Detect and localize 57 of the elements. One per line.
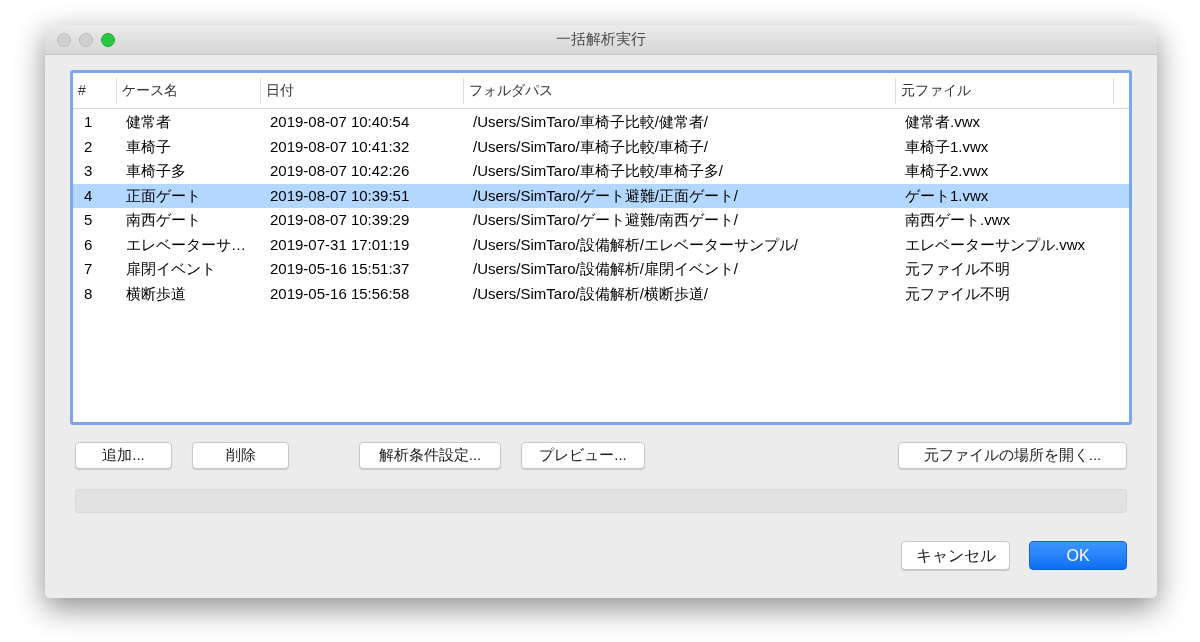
- table-cell: /Users/SimTaro/車椅子比較/車椅子多/: [473, 162, 724, 179]
- table-cell: 車椅子1.vwx: [905, 137, 989, 155]
- table-cell: 正面ゲート: [126, 186, 201, 204]
- table-cell: 5: [84, 211, 93, 228]
- table-cell: 車椅子: [126, 137, 171, 155]
- table-cell: 南西ゲート: [126, 211, 201, 228]
- table-cell: 車椅子多: [126, 162, 186, 179]
- table-cell: エレベーターサ…: [126, 235, 246, 253]
- table-cell: 車椅子2.vwx: [905, 162, 989, 179]
- dialog-button[interactable]: キャンセル: [901, 541, 1010, 570]
- table-cell: 扉閉イベント: [126, 260, 216, 277]
- table-cell: 2019-07-31 17:01:19: [270, 235, 410, 253]
- table-cell: ゲート1.vwx: [905, 186, 989, 204]
- dialog-button[interactable]: プレビュー...: [521, 442, 645, 469]
- table-cell: 2019-08-07 10:39:51: [270, 186, 410, 204]
- table-cell: 2019-08-07 10:42:26: [270, 162, 410, 179]
- window-title: 一括解析実行: [556, 29, 646, 50]
- table-cell: 元ファイル不明: [905, 260, 1010, 277]
- column-header[interactable]: 元ファイル: [901, 80, 971, 101]
- table-cell: /Users/SimTaro/車椅子比較/車椅子/: [473, 137, 709, 155]
- table-cell: 3: [84, 162, 93, 179]
- dialog-button[interactable]: 解析条件設定...: [359, 442, 501, 469]
- table-cell: 2: [84, 137, 93, 155]
- table-row[interactable]: 4 正面ゲート 2019-08-07 10:39:51 /Users/SimTaro/ゲート避難/正面ゲート/ ゲート1.vwx: [73, 183, 1129, 208]
- table-cell: 南西ゲート.vwx: [905, 211, 1010, 228]
- column-header[interactable]: ケース名: [122, 80, 178, 101]
- table-cell: 健常者.vwx: [905, 113, 980, 130]
- table-cell: /Users/SimTaro/設備解析/扉閉イベント/: [473, 260, 739, 277]
- minimize-button[interactable]: [79, 32, 93, 47]
- column-header[interactable]: フォルダパス: [469, 80, 553, 101]
- column-header[interactable]: #: [78, 80, 86, 101]
- dialog-button[interactable]: 追加...: [75, 442, 172, 469]
- column-header[interactable]: 日付: [266, 80, 294, 101]
- table-cell: 2019-08-07 10:39:29: [270, 211, 410, 228]
- table-cell: 6: [84, 235, 93, 253]
- table-cell: 2019-05-16 15:56:58: [270, 284, 410, 302]
- table-cell: /Users/SimTaro/車椅子比較/健常者/: [473, 113, 709, 130]
- table-cell: /Users/SimTaro/設備解析/横断歩道/: [473, 284, 709, 302]
- table-cell: /Users/SimTaro/ゲート避難/正面ゲート/: [473, 186, 739, 204]
- zoom-button[interactable]: [101, 32, 115, 47]
- table-cell: 4: [84, 186, 93, 204]
- table-cell: /Users/SimTaro/設備解析/エレベーターサンプル/: [473, 235, 799, 253]
- table-cell: /Users/SimTaro/ゲート避難/南西ゲート/: [473, 211, 739, 228]
- table-cell: 横断歩道: [126, 284, 186, 302]
- table-cell: 元ファイル不明: [905, 284, 1010, 302]
- table-cell: 2019-08-07 10:40:54: [270, 113, 410, 130]
- dialog-button[interactable]: 元ファイルの場所を開く...: [898, 442, 1127, 469]
- table-cell: 1: [84, 113, 93, 130]
- table-cell: 2019-08-07 10:41:32: [270, 137, 410, 155]
- dialog-button[interactable]: OK: [1029, 541, 1127, 570]
- table-cell: 2019-05-16 15:51:37: [270, 260, 410, 277]
- table-cell: 健常者: [126, 113, 171, 130]
- table-cell: 8: [84, 284, 93, 302]
- table-cell: エレベーターサンプル.vwx: [905, 235, 1085, 253]
- dialog-button[interactable]: 削除: [192, 442, 289, 469]
- table-cell: 7: [84, 260, 93, 277]
- close-button[interactable]: [57, 32, 71, 47]
